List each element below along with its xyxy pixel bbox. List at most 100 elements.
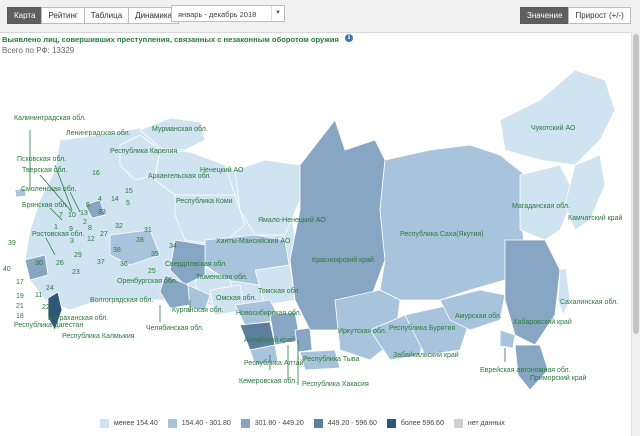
number-label: 5 [126, 200, 130, 207]
label-smolensk: Смоленская обл. [21, 185, 76, 193]
label-sverdlovsk: Свердловская обл. [165, 260, 227, 268]
legend-swatch [386, 419, 396, 428]
legend-label: нет данных [467, 420, 505, 427]
legend-label: менее 154.40 [114, 420, 158, 427]
legend-item: более 596.60 [386, 419, 444, 428]
scrollbar[interactable] [631, 32, 640, 436]
number-label: 25 [148, 268, 156, 275]
legend-label: 154.40 - 301.80 [181, 420, 231, 427]
label-karelia: Республика Карелия [110, 147, 177, 155]
label-novosibirsk: Новосибирская обл. [236, 309, 302, 317]
label-rostov: Ростовская обл. [32, 230, 84, 238]
label-magadan: Магаданская обл. [512, 202, 570, 210]
number-label: 24 [46, 285, 54, 292]
label-kalmykia: Республика Калмыкия [62, 332, 135, 340]
legend-item: 449.20 - 596.60 [313, 419, 377, 428]
label-dagestan: Республика Дагестан [14, 321, 83, 329]
region-chukotka[interactable] [499, 69, 616, 166]
number-label: 31 [144, 227, 152, 234]
number-label: 28 [136, 237, 144, 244]
legend-swatch [240, 419, 250, 428]
legend-item: нет данных [453, 419, 505, 428]
label-khabarovsk: Хабаровский край [513, 318, 572, 326]
region-khabarovsk[interactable] [504, 239, 561, 346]
label-yamal: Ямало-Ненецкий АО [258, 216, 326, 224]
label-orenburg: Оренбургская обл. [117, 277, 178, 285]
number-label: 29 [74, 252, 82, 259]
number-label: 22 [42, 304, 50, 311]
label-tomsk: Томская обл. [258, 287, 300, 295]
label-pskov: Псковская обл. [17, 155, 66, 163]
legend-swatch [313, 419, 323, 428]
number-label: 3 [70, 238, 74, 245]
label-zabaikalsky: Забайкальский край [393, 351, 459, 359]
number-label: 32 [115, 223, 123, 230]
label-chelyabinsk: Челябинская обл. [146, 324, 204, 332]
number-label: 39 [8, 240, 16, 247]
label-kamchatka: Камчатский край [568, 214, 622, 222]
label-tyva: Республика Тыва [303, 355, 360, 363]
number-label: 16 [92, 170, 100, 177]
legend-swatch [100, 419, 109, 428]
label-tyumen: Тюменская обл. [196, 273, 248, 281]
number-label: 4 [98, 196, 102, 203]
number-label: 35 [151, 251, 159, 258]
scroll-thumb[interactable] [633, 34, 639, 334]
number-label: 37 [97, 259, 105, 266]
legend-swatch [167, 419, 177, 428]
legend-label: 301.80 - 449.20 [254, 420, 304, 427]
label-kemerovo: Кемеровская обл. [239, 377, 297, 385]
region-sakhalin[interactable] [557, 267, 571, 317]
number-label: 1 [54, 224, 58, 231]
label-kaliningrad: Калининградская обл. [14, 114, 86, 122]
label-amur: Амурская обл. [455, 312, 502, 320]
label-kurgan: Курганская обл. [172, 306, 224, 314]
label-astrakhan: Астраханская обл. [48, 314, 108, 322]
number-label: 12 [87, 236, 95, 243]
number-label: 15 [125, 188, 133, 195]
label-volgograd: Волгоградская обл. [90, 296, 153, 304]
region-jewish[interactable] [499, 329, 516, 349]
legend-item: менее 154.40 [100, 419, 158, 428]
label-khakassia: Республика Хакасия [302, 380, 369, 388]
number-label: 23 [72, 269, 80, 276]
legend-item: 301.80 - 449.20 [240, 419, 304, 428]
region-yakutia[interactable] [379, 144, 526, 301]
label-primorsky: Приморский край [530, 374, 587, 382]
number-label: 17 [16, 279, 24, 286]
number-label: 40 [3, 266, 11, 273]
legend-label: более 596.60 [400, 420, 444, 427]
label-krasnoyarsk: Красноярский край [312, 256, 374, 264]
number-label: 21 [16, 303, 24, 310]
label-nenets: Ненецкий АО [200, 166, 244, 174]
legend-label: 449.20 - 596.60 [327, 420, 377, 427]
number-label: 36 [120, 261, 128, 268]
label-irkutsk: Иркутская обл. [338, 327, 387, 335]
label-sakhalin: Сахалинская обл. [560, 298, 618, 306]
legend-item: 154.40 - 301.80 [167, 419, 231, 428]
number-label: 14 [111, 196, 119, 203]
label-khanty: Ханты-Мансийский АО [216, 237, 291, 245]
number-label: 11 [35, 292, 42, 299]
label-chukotka: Чукотский АО [531, 124, 576, 132]
label-altai-krai: Алтайский край [244, 336, 295, 344]
label-altai-rep: Республика Алтай [244, 359, 304, 367]
number-label: 34 [169, 243, 177, 250]
number-label: 26 [56, 260, 64, 267]
legend-swatch [453, 419, 463, 428]
label-jewish: Еврейская автономная обл. [480, 366, 571, 374]
number-label: 38 [113, 247, 121, 254]
number-label: 9 [69, 226, 73, 233]
number-label: 19 [16, 293, 24, 300]
russia-map: Калининградская обл. Ленинградская обл. … [3, 69, 622, 391]
number-label: 8 [88, 225, 92, 232]
label-murmansk: Мурманская обл. [152, 125, 208, 133]
number-label: 13 [80, 210, 88, 217]
label-omsk: Омская обл. [216, 294, 256, 302]
region-krasnodar[interactable] [24, 254, 49, 281]
legend: менее 154.40 154.40 - 301.80 301.80 - 44… [100, 419, 515, 428]
number-label: 27 [100, 231, 108, 238]
number-label: 10 [68, 212, 76, 219]
label-buryatia: Республика Бурятия [389, 324, 455, 332]
region-khakassia[interactable] [294, 327, 313, 353]
